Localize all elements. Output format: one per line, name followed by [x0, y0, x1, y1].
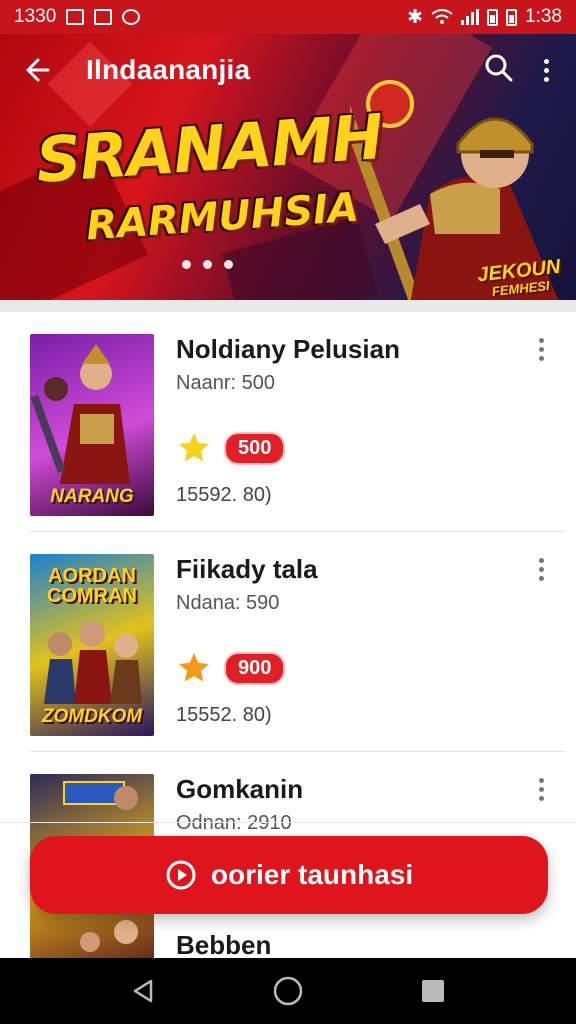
dot: [538, 576, 544, 581]
dot: [543, 67, 549, 73]
home-circle-icon: [273, 976, 303, 1006]
game-notification-icon: [122, 9, 141, 25]
game-thumbnail[interactable]: NARANG: [30, 334, 154, 516]
star-icon: [179, 433, 209, 462]
score-badge: 500: [224, 431, 286, 465]
overflow-menu-button[interactable]: [536, 58, 556, 82]
back-button[interactable]: [20, 52, 56, 88]
game-title: Bebben: [176, 930, 272, 960]
list-item[interactable]: NARANG Noldiany Pelusian Naanr: 500 500 …: [0, 312, 576, 532]
item-more-button[interactable]: [536, 558, 546, 581]
image-notification-icon: [66, 9, 85, 25]
dot: [538, 796, 544, 801]
carousel-dot[interactable]: [182, 260, 191, 269]
nav-home-button[interactable]: [271, 974, 305, 1008]
carousel-dot[interactable]: [203, 260, 212, 269]
rating-row: 900: [176, 650, 286, 686]
battery-icon: [487, 8, 499, 26]
game-thumbnail[interactable]: AORDAN COMRAN ZOMDKOM: [30, 554, 154, 736]
play-circle-icon: [166, 860, 196, 890]
wifi-icon: [431, 9, 453, 24]
primary-action-label: oorier taunhasi: [210, 859, 414, 890]
dot: [538, 356, 544, 361]
game-title: Noldiany Pelusian: [176, 334, 400, 364]
game-meta: 15552. 80): [176, 704, 272, 726]
item-more-button[interactable]: [536, 778, 546, 801]
status-time-right: 1:38: [525, 6, 562, 27]
game-title: Fiikady tala: [176, 554, 318, 584]
dot: [543, 58, 549, 64]
game-subtitle: Ndana: 590: [176, 592, 280, 614]
back-triangle-icon: [133, 979, 152, 1003]
dot: [538, 558, 544, 563]
dot: [538, 347, 544, 352]
score-badge: 900: [224, 651, 286, 685]
status-time-left: 1330: [14, 6, 57, 27]
nav-back-button[interactable]: [126, 974, 160, 1008]
item-more-button[interactable]: [536, 338, 546, 361]
dot: [538, 338, 544, 343]
dot: [538, 778, 544, 783]
rating-row: 500: [176, 430, 286, 466]
status-bar: 1330 ✱ 1:38: [0, 0, 576, 34]
page-title: Ilndaananjia: [86, 54, 251, 85]
game-meta: 15592. 80): [176, 484, 272, 506]
primary-action-button[interactable]: oorier taunhasi: [30, 836, 548, 914]
list-item[interactable]: AORDAN COMRAN ZOMDKOM Fiikady tala Ndana…: [0, 532, 576, 752]
top-app-bar: Ilndaananjia: [0, 34, 576, 106]
game-subtitle: Odnan: 2910: [176, 812, 292, 834]
star-icon: [179, 653, 209, 682]
system-navigation-bar: [0, 958, 576, 1024]
dot: [543, 76, 549, 82]
bluetooth-icon: ✱: [407, 6, 424, 28]
dot: [538, 787, 544, 792]
cta-separator: [0, 822, 576, 823]
thumbnail-title: NARANG: [50, 486, 134, 507]
battery-secondary-icon: [506, 8, 518, 26]
game-title: Gomkanin: [176, 774, 304, 804]
nav-recents-button[interactable]: [416, 974, 450, 1008]
hero-banner[interactable]: Ilndaananjia SRANAMH RARMUHSIA JEKOUN FE…: [0, 34, 576, 300]
game-subtitle: Naanr: 500: [176, 372, 275, 394]
section-separator: [0, 300, 576, 312]
signal-icon: [461, 9, 480, 25]
dot: [538, 567, 544, 572]
carousel-indicator: [182, 260, 233, 269]
arrow-left-icon: [26, 58, 50, 82]
recents-square-icon: [422, 980, 445, 1002]
search-button[interactable]: [484, 53, 514, 88]
carousel-dot[interactable]: [224, 260, 233, 269]
search-icon: [485, 54, 513, 81]
app-notification-icon: [94, 9, 113, 25]
thumbnail-title: ZOMDKOM: [41, 706, 143, 727]
